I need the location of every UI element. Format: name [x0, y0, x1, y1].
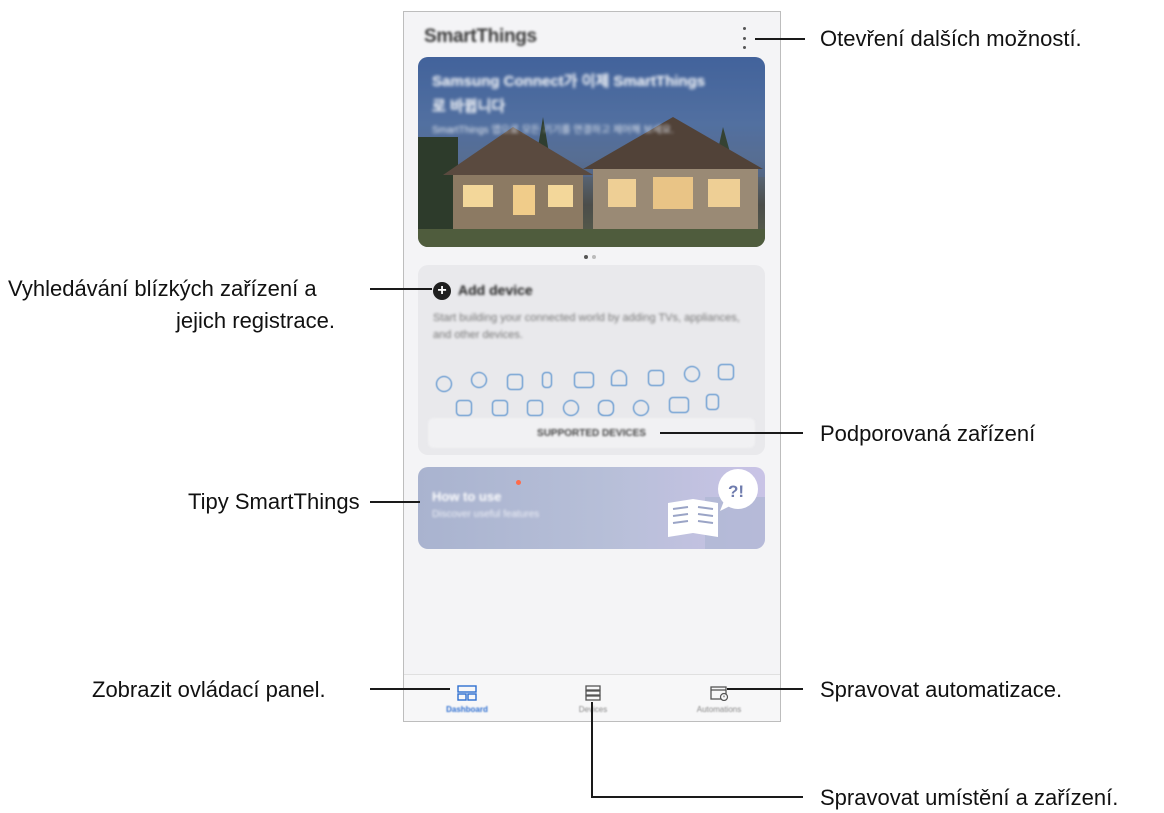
callout-line-more-options	[755, 38, 805, 40]
callout-dashboard: Zobrazit ovládací panel.	[92, 677, 326, 702]
robot-vacuum-icon	[684, 366, 700, 382]
dashboard-icon	[457, 685, 477, 701]
tips-title: How to use	[432, 489, 502, 504]
tab-dashboard-label: Dashboard	[446, 705, 488, 714]
banner-pager	[584, 255, 596, 259]
banner-title-line-2: 로 바뀝니다	[432, 98, 506, 115]
fridge-icon	[706, 394, 719, 410]
tips-badge-text: ?!	[728, 482, 744, 501]
callout-line-add-device	[370, 288, 432, 290]
add-device-description: Start building your connected world by a…	[433, 312, 740, 341]
outlet-icon	[648, 370, 664, 386]
monitor-icon	[669, 397, 689, 413]
book-question-icon: ?!	[668, 469, 765, 549]
printer-icon	[527, 400, 543, 416]
automations-icon	[710, 686, 729, 701]
tab-devices-label: Devices	[530, 705, 656, 714]
tv-icon	[574, 372, 594, 388]
plus-icon[interactable]: +	[433, 282, 451, 300]
callout-line-tips	[370, 501, 420, 503]
how-to-use-card[interactable]: How to use Discover useful features ?!	[418, 467, 765, 549]
add-device-title: Add device	[458, 282, 533, 298]
callout-line-devices-vertical	[591, 702, 593, 797]
appliance-icon	[507, 374, 523, 390]
headphones-icon	[611, 370, 627, 386]
callout-find-devices-line-1: Vyhledávání blízkých zařízení a	[8, 276, 317, 301]
tab-dashboard[interactable]: Dashboard	[404, 675, 530, 721]
tab-devices[interactable]: Devices	[530, 675, 656, 721]
callout-supported-devices: Podporovaná zařízení	[820, 421, 1036, 446]
bulb-icon	[471, 372, 487, 388]
promo-banner[interactable]: Samsung Connect가 이제 SmartThings 로 바뀝니다 S…	[418, 57, 765, 247]
banner-title-line-1: Samsung Connect가 이제 SmartThings	[432, 73, 706, 90]
tips-subtitle: Discover useful features	[432, 509, 540, 520]
add-device-card[interactable]: + Add device Start building your connect…	[418, 265, 765, 455]
speaker-icon	[436, 376, 452, 392]
callout-line-dashboard	[370, 688, 450, 690]
remote-icon	[542, 372, 552, 388]
callout-locations-devices: Spravovat umístění a zařízení.	[820, 785, 1119, 810]
more-options-icon	[742, 27, 746, 30]
callout-find-devices-line-2: jejich registrace.	[176, 308, 335, 333]
callout-line-automations	[727, 688, 803, 690]
app-title: SmartThings	[424, 26, 537, 47]
new-badge-dot	[516, 480, 521, 485]
banner-subtitle: SmartThings 앱으로 모든 기기를 연결하고 제어해 보세요.	[432, 125, 674, 136]
pager-dot	[592, 255, 596, 259]
washer-icon	[718, 364, 734, 380]
device-type-icons	[428, 364, 758, 420]
tab-automations[interactable]: Automations	[656, 675, 780, 721]
phone-screen: SmartThings Samsung Connect가 이제 SmartThi…	[403, 11, 781, 722]
camera-icon	[456, 400, 472, 416]
callout-automations: Spravovat automatizace.	[820, 677, 1063, 702]
tab-automations-label: Automations	[696, 705, 742, 714]
callout-line-devices-horizontal	[591, 796, 803, 798]
callout-line-supported	[660, 432, 803, 434]
hub-icon	[633, 400, 649, 416]
banner-title: Samsung Connect가 이제 SmartThings 로 바뀝니다	[432, 69, 752, 119]
webcam-icon	[563, 400, 579, 416]
devices-icon	[585, 685, 601, 701]
more-options-button[interactable]	[737, 27, 751, 49]
callout-more-options: Otevření dalších možností.	[820, 26, 1082, 51]
watch-icon	[598, 400, 614, 416]
oven-icon	[492, 400, 508, 416]
callout-tips: Tipy SmartThings	[188, 489, 360, 514]
pager-dot-active	[584, 255, 588, 259]
